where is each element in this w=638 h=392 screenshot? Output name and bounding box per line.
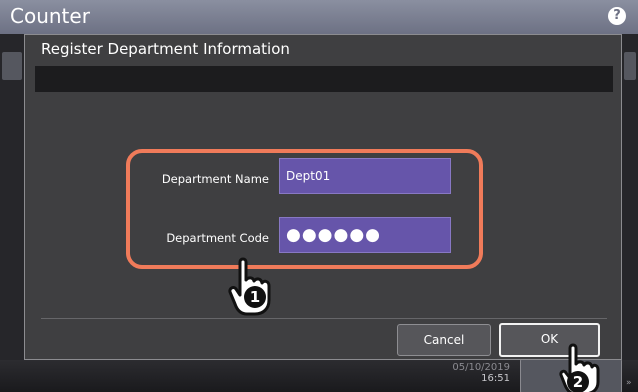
clock-date: 05/10/2019 [452, 362, 510, 373]
left-tab[interactable] [2, 52, 22, 80]
message-bar [35, 66, 613, 92]
corner-arrow-icon: » [626, 378, 632, 388]
app-title: Counter [10, 4, 90, 28]
clock: 05/10/2019 16:51 [452, 362, 510, 384]
register-department-dialog: Register Department Information Departme… [24, 34, 622, 360]
help-icon[interactable]: ? [608, 7, 626, 25]
pointing-hand-icon: 2 [559, 343, 600, 392]
dialog-title: Register Department Information [41, 40, 290, 58]
callout-step-1: 1 [250, 288, 260, 306]
callout-step-2: 2 [573, 373, 583, 391]
right-tab[interactable] [624, 52, 636, 80]
cancel-button[interactable]: Cancel [397, 324, 491, 356]
dialog-divider [41, 318, 607, 319]
fields-highlight [126, 149, 483, 269]
right-panel [622, 34, 638, 392]
app-header: Counter ? [0, 0, 638, 34]
left-panel [0, 34, 24, 392]
pointing-hand-icon: 1 [228, 257, 271, 316]
clock-time: 16:51 [481, 373, 510, 384]
